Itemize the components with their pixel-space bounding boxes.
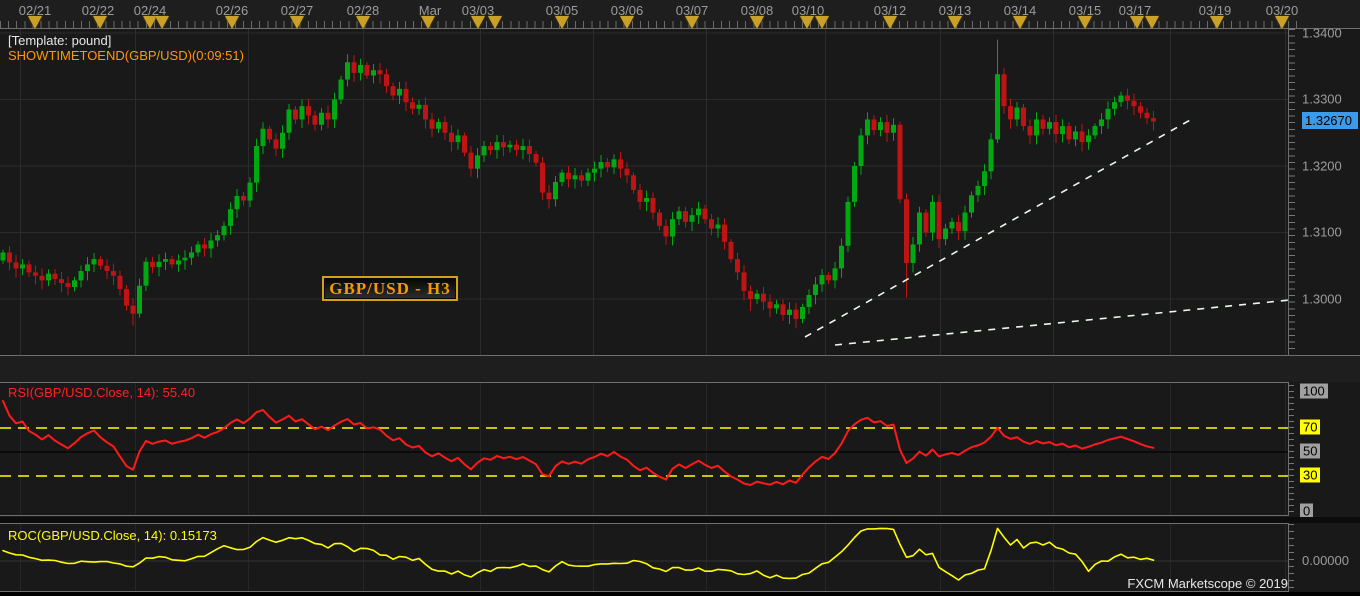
day-marker-arrow-icon <box>290 16 304 29</box>
day-marker-arrow-icon <box>883 16 897 29</box>
rsi-axis-ticks <box>1289 385 1294 513</box>
rsi-axis-value-chip: 70 <box>1300 419 1321 435</box>
day-marker-arrow-icon <box>948 16 962 29</box>
day-marker-arrow-icon <box>93 16 107 29</box>
rsi-line <box>2 400 1155 486</box>
bottom-time-axis[interactable]: 02/20/2019 11:0002/26 05:0002/27 23:0003… <box>0 355 1360 382</box>
day-marker-arrow-icon <box>1078 16 1092 29</box>
showtime-indicator-label: SHOWTIMETOEND(GBP/USD)(0:09:51) <box>8 48 244 63</box>
top-time-axis[interactable]: 02/21 02/22 02/24 02/26 02/27 02/28 Mar 03/03 03… <box>0 0 1360 29</box>
day-marker-arrow-icon <box>488 16 502 29</box>
price-axis-label: 1.3200 <box>1302 158 1342 174</box>
day-marker-arrow-icon <box>815 16 829 29</box>
rsi-plot[interactable] <box>0 383 1288 515</box>
roc-axis-ticks <box>1289 524 1294 591</box>
day-marker-arrow-icon <box>1130 16 1144 29</box>
template-label: [Template: pound] <box>8 33 112 48</box>
day-marker-arrow-icon <box>750 16 764 29</box>
day-marker-arrow-icon <box>225 16 239 29</box>
day-marker-arrow-icon <box>155 16 169 29</box>
rsi-indicator-panel[interactable] <box>0 382 1288 516</box>
rsi-axis-value-chip: 50 <box>1300 443 1321 459</box>
rsi-gridlines <box>0 383 1288 515</box>
day-marker-arrow-icon <box>1145 16 1159 29</box>
day-marker-arrow-icon <box>356 16 370 29</box>
price-axis-label: 1.3100 <box>1302 224 1342 240</box>
roc-indicator-label: ROC(GBP/USD.Close, 14): 0.15173 <box>8 528 217 543</box>
main-price-chart[interactable] <box>0 29 1288 355</box>
day-marker-arrow-icon <box>1210 16 1224 29</box>
candles-layer[interactable] <box>0 39 1157 329</box>
watermark-copyright: FXCM Marketscope © 2019 <box>1127 576 1288 591</box>
instrument-badge[interactable]: GBP/USD - H3 <box>322 276 458 301</box>
price-axis-label: 1.3400 <box>1302 25 1342 41</box>
day-marker-arrow-icon <box>1275 16 1289 29</box>
instrument-badge-text: GBP/USD - H3 <box>329 278 451 298</box>
current-price-tag: 1.32670 <box>1302 112 1358 129</box>
price-axis-label: 1.3000 <box>1302 291 1342 307</box>
price-axis-ticks <box>1289 29 1295 355</box>
rsi-axis-value-chip: 30 <box>1300 467 1321 483</box>
roc-zero-level-label: 0.00000 <box>1302 553 1349 568</box>
rsi-indicator-label: RSI(GBP/USD.Close, 14): 55.40 <box>8 385 196 400</box>
window-bottom-edge <box>0 592 1360 596</box>
main-gridlines <box>0 29 1288 355</box>
day-marker-arrow-icon <box>1013 16 1027 29</box>
day-marker-arrow-icon <box>555 16 569 29</box>
candlestick-plot[interactable] <box>0 29 1288 355</box>
day-marker-arrow-icon <box>800 16 814 29</box>
chart-window: 02/21 02/22 02/24 02/26 02/27 02/28 Mar 03/03 03… <box>0 0 1360 596</box>
day-marker-arrow-icon <box>28 16 42 29</box>
top-axis-ticks <box>0 21 1300 28</box>
day-marker-arrow-icon <box>421 16 435 29</box>
rsi-axis-value-chip: 100 <box>1300 383 1328 399</box>
day-marker-arrow-icon <box>685 16 699 29</box>
price-axis-label: 1.3300 <box>1302 91 1342 107</box>
day-marker-arrow-icon <box>620 16 634 29</box>
day-marker-arrow-icon <box>471 16 485 29</box>
